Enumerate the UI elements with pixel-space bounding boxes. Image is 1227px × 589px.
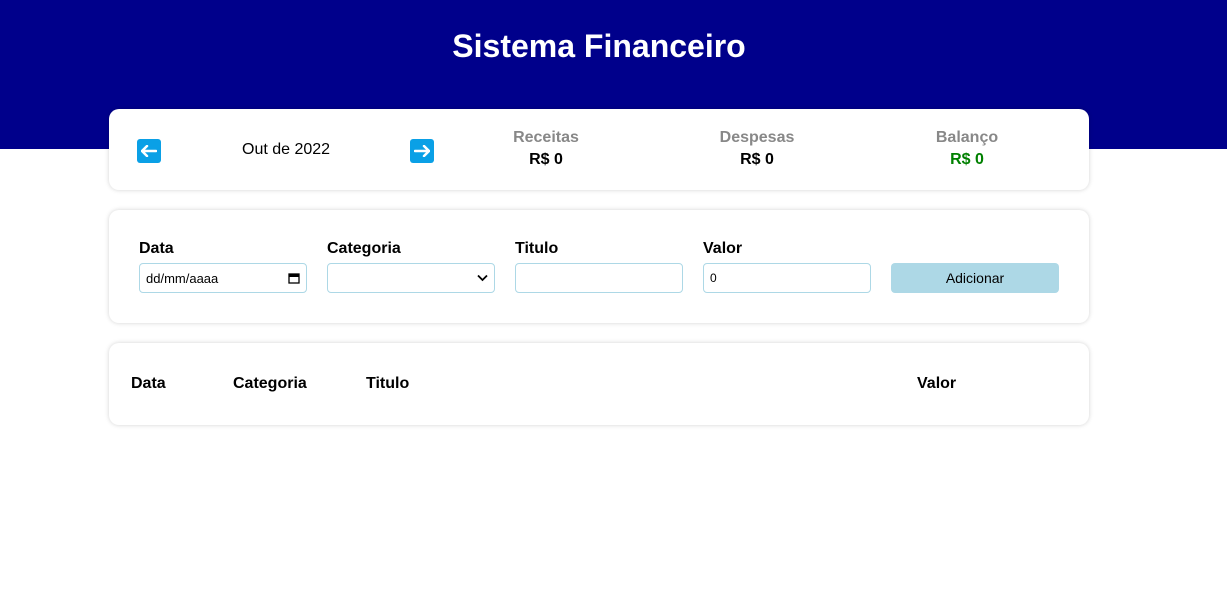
column-header-category: Categoria <box>233 375 307 392</box>
date-field-group: Data dd/mm/aaaa <box>139 240 307 293</box>
category-select[interactable] <box>327 263 495 293</box>
expense-label: Despesas <box>719 129 795 146</box>
arrow-right-icon <box>414 145 430 157</box>
title-field-group: Titulo <box>515 240 683 293</box>
expense-value: R$ 0 <box>740 151 774 168</box>
entries-table: Data Categoria Titulo Valor <box>109 343 1089 425</box>
category-field-group: Categoria <box>327 240 495 293</box>
date-placeholder: dd/mm/aaaa <box>146 270 219 286</box>
balance-summary: Balanço R$ 0 <box>897 129 1037 169</box>
column-header-amount: Valor <box>917 375 957 392</box>
balance-label: Balanço <box>935 129 999 146</box>
date-input[interactable]: dd/mm/aaaa <box>139 263 307 293</box>
date-label: Data <box>139 240 174 257</box>
category-label: Categoria <box>327 240 401 257</box>
income-label: Receitas <box>513 129 579 146</box>
chevron-down-icon <box>477 274 488 282</box>
current-month-label: Out de 2022 <box>242 141 331 158</box>
title-label: Titulo <box>515 240 559 257</box>
income-summary: Receitas R$ 0 <box>476 129 616 169</box>
amount-label: Valor <box>703 240 743 257</box>
add-button[interactable]: Adicionar <box>891 263 1059 293</box>
amount-input-value: 0 <box>710 271 717 285</box>
balance-value: R$ 0 <box>950 151 984 168</box>
amount-field-group: Valor 0 <box>703 240 871 293</box>
expense-summary: Despesas R$ 0 <box>687 129 827 169</box>
arrow-left-icon <box>141 145 157 157</box>
summary-card: Out de 2022 Receitas R$ 0 Despesas R$ 0 … <box>109 109 1089 190</box>
prev-month-button[interactable] <box>137 139 161 163</box>
next-month-button[interactable] <box>410 139 434 163</box>
page-title: Sistema Financeiro <box>452 28 746 64</box>
title-input[interactable] <box>515 263 683 293</box>
amount-input[interactable]: 0 <box>703 263 871 293</box>
column-header-title: Titulo <box>366 375 410 392</box>
add-entry-form: Data dd/mm/aaaa Categoria Titulo Valor 0 <box>109 210 1089 323</box>
calendar-icon[interactable] <box>288 272 300 284</box>
column-header-date: Data <box>131 375 166 392</box>
income-value: R$ 0 <box>529 151 563 168</box>
